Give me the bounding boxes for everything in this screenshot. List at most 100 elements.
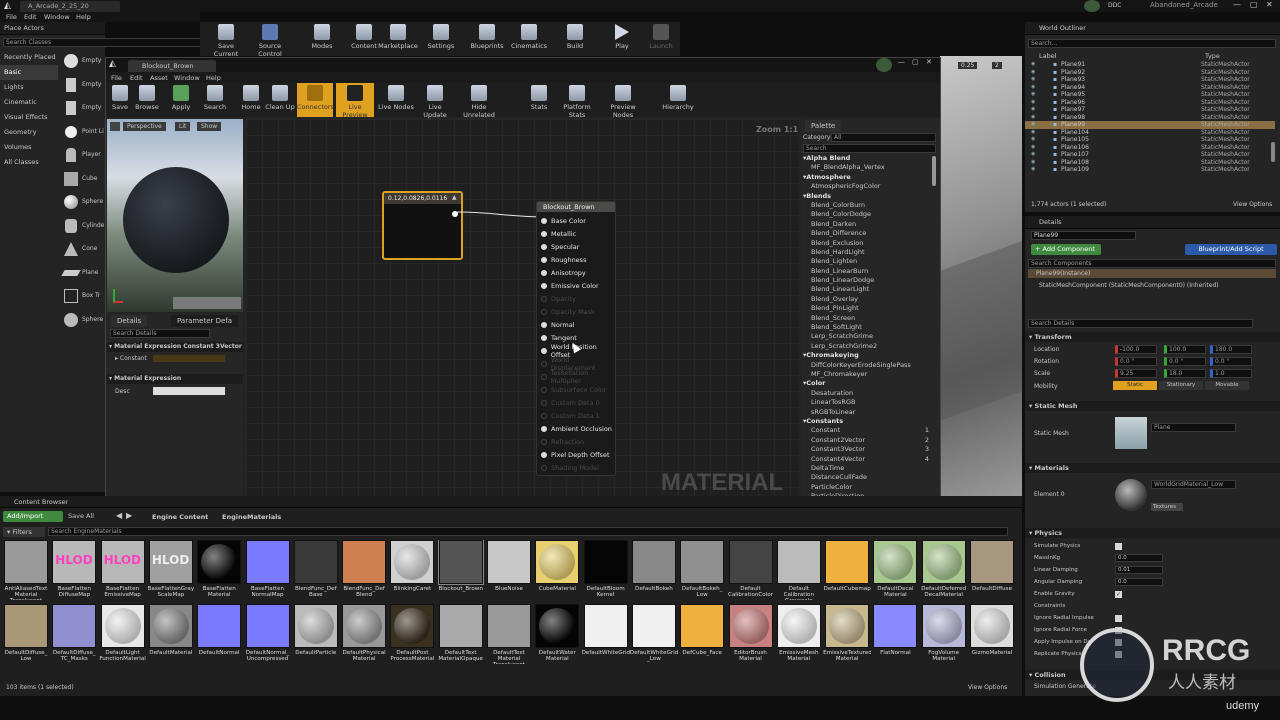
asset-thumbnail[interactable] (583, 604, 628, 648)
palette-item[interactable]: AtmosphericFogColor (803, 182, 931, 191)
transform-section[interactable]: ▾ Transform (1025, 332, 1280, 342)
constant-color-swatch[interactable] (153, 355, 225, 362)
add-import-button[interactable]: Add/Import (3, 511, 63, 522)
visibility-eye-icon[interactable]: ◉ (1031, 159, 1035, 167)
me-live-nodes-button[interactable]: Live Nodes (378, 83, 414, 117)
asset-thumbnail[interactable] (245, 540, 290, 584)
location-x[interactable]: -100.0 (1115, 345, 1157, 354)
ue-logo-icon[interactable]: ◭ (4, 1, 11, 11)
asset-thumbnail[interactable] (921, 604, 966, 648)
category-cinematic[interactable]: Cinematic (0, 95, 58, 110)
menu-edit[interactable]: Edit (24, 13, 37, 21)
asset-thumbnail[interactable] (390, 604, 435, 648)
outliner-row[interactable]: ◉ ▪ Plane99 StaticMeshActor (1025, 121, 1275, 129)
material-dropdown[interactable]: WorldGridMaterial_Low (1151, 480, 1236, 489)
forward-arrow-icon[interactable]: ▶ (126, 511, 132, 520)
static-mesh-dropdown[interactable]: Plane (1151, 423, 1236, 432)
preview-shape-buttons[interactable] (173, 297, 241, 309)
actor-item[interactable]: Cylinde (60, 217, 105, 241)
palette-item[interactable]: Blend_LinearDodge (803, 276, 931, 285)
outliner-row[interactable]: ◉ ▪ Plane93 StaticMeshActor (1025, 76, 1275, 84)
outliner-row[interactable]: ◉ ▪ Plane106 StaticMeshActor (1025, 144, 1275, 152)
pin-dot-icon[interactable] (541, 217, 547, 224)
search-components-input[interactable]: Search Components (1028, 259, 1276, 268)
back-arrow-icon[interactable]: ◀ (116, 511, 122, 520)
asset-thumbnail[interactable] (970, 604, 1014, 648)
palette-item[interactable]: sRGBToLinear (803, 408, 931, 417)
actor-item[interactable]: Empty (60, 76, 105, 100)
palette-item[interactable]: Blend_Difference (803, 229, 931, 238)
physics-row[interactable]: Angular Damping 0.0 (1025, 577, 1280, 588)
asset-thumbnail[interactable] (52, 604, 97, 648)
outliner-scrollbar[interactable] (1271, 142, 1275, 162)
me-search-button[interactable]: Search (200, 83, 230, 117)
result-pin[interactable]: Normal (541, 318, 615, 331)
palette-item[interactable]: Constant2Vector 2 (803, 436, 931, 445)
asset-thumbnail[interactable] (680, 604, 725, 648)
actor-item[interactable]: Cube (60, 170, 105, 194)
marketplace-button[interactable]: Marketplace (378, 22, 418, 56)
outliner-row[interactable]: ◉ ▪ Plane97 StaticMeshActor (1025, 106, 1275, 114)
visibility-eye-icon[interactable]: ◉ (1031, 114, 1035, 122)
palette-tab[interactable]: Palette (805, 120, 842, 132)
palette-item[interactable]: Blend_HardLight (803, 248, 931, 257)
physics-value[interactable]: ✓ (1115, 591, 1122, 598)
rotation-z[interactable]: 0.0 ° (1210, 357, 1252, 366)
editor-minimize-icon[interactable]: — (898, 58, 905, 66)
result-pin[interactable]: Specular (541, 240, 615, 253)
pin-dot-icon[interactable] (541, 269, 547, 276)
actor-item[interactable]: Sphere (60, 193, 105, 217)
filters-button[interactable]: ▾ Filters (3, 527, 45, 537)
palette-item[interactable]: DiffColorKeyerErodeSinglePass (803, 361, 931, 370)
outliner-search[interactable]: Search... (1028, 39, 1276, 48)
textures-dropdown[interactable]: Textures (1151, 503, 1183, 511)
result-pin[interactable]: Pixel Depth Offset (541, 448, 615, 461)
component-row[interactable]: StaticMeshComponent (StaticMeshComponent… (1039, 282, 1219, 289)
palette-item[interactable]: MF_Chromakeyer (803, 370, 931, 379)
show-button[interactable]: Show (197, 122, 222, 131)
visibility-eye-icon[interactable]: ◉ (1031, 144, 1035, 152)
me-platform-stats-button[interactable]: Platform Stats (554, 83, 600, 119)
physics-row[interactable]: Enable Gravity ✓ (1025, 589, 1280, 600)
pin-dot-icon[interactable] (541, 230, 547, 237)
level-viewport[interactable]: 0.25 2 (940, 56, 1022, 496)
asset-thumbnail[interactable] (535, 540, 580, 584)
static-mesh-thumbnail[interactable] (1115, 417, 1147, 449)
palette-item[interactable]: Blend_Darken (803, 220, 931, 229)
asset-thumbnail[interactable] (4, 540, 48, 584)
mobility-stationary[interactable]: Stationary (1159, 381, 1203, 390)
me-search-details[interactable]: Search Details (110, 329, 210, 338)
asset-thumbnail[interactable] (245, 604, 290, 648)
visibility-eye-icon[interactable]: ◉ (1031, 106, 1035, 114)
path-engine-content[interactable]: Engine Content (152, 513, 208, 521)
editor-source-control-icon[interactable] (876, 58, 892, 72)
palette-item[interactable]: Blend_ColorDodge (803, 210, 931, 219)
asset-thumbnail[interactable] (825, 604, 870, 648)
category-recently-placed[interactable]: Recently Placed (0, 50, 58, 65)
palette-item[interactable]: ParticleColor (803, 483, 931, 492)
viewport-options-icon[interactable] (110, 122, 120, 131)
mobility-movable[interactable]: Movable (1205, 381, 1249, 390)
palette-item[interactable]: Blend_LinearLight (803, 285, 931, 294)
outliner-view-options[interactable]: View Options (1233, 201, 1272, 208)
palette-item[interactable]: Blend_SoftLight (803, 323, 931, 332)
actor-item[interactable]: Point Li (60, 123, 105, 147)
asset-thumbnail[interactable] (197, 604, 242, 648)
mobility-static[interactable]: Static (1113, 381, 1157, 390)
asset-thumbnail[interactable] (438, 604, 483, 648)
asset-thumbnail[interactable] (825, 540, 870, 584)
result-pin[interactable]: Emissive Color (541, 279, 615, 292)
visibility-eye-icon[interactable]: ◉ (1031, 61, 1035, 69)
palette-item[interactable]: Desaturation (803, 389, 931, 398)
outliner-row[interactable]: ◉ ▪ Plane104 StaticMeshActor (1025, 129, 1275, 137)
scale-y[interactable]: 18.0 (1164, 369, 1206, 378)
asset-thumbnail[interactable] (728, 540, 773, 584)
outliner-row[interactable]: ◉ ▪ Plane108 StaticMeshActor (1025, 159, 1275, 167)
category-volumes[interactable]: Volumes (0, 140, 58, 155)
editor-close-icon[interactable]: ✕ (926, 58, 932, 66)
asset-thumbnail[interactable] (390, 540, 435, 584)
me-hierarchy-button[interactable]: Hierarchy (658, 83, 698, 117)
content-browser-tab[interactable]: Content Browser (14, 498, 68, 506)
scale-x[interactable]: 9.25 (1115, 369, 1157, 378)
asset-thumbnail[interactable]: HLOD (52, 540, 97, 584)
